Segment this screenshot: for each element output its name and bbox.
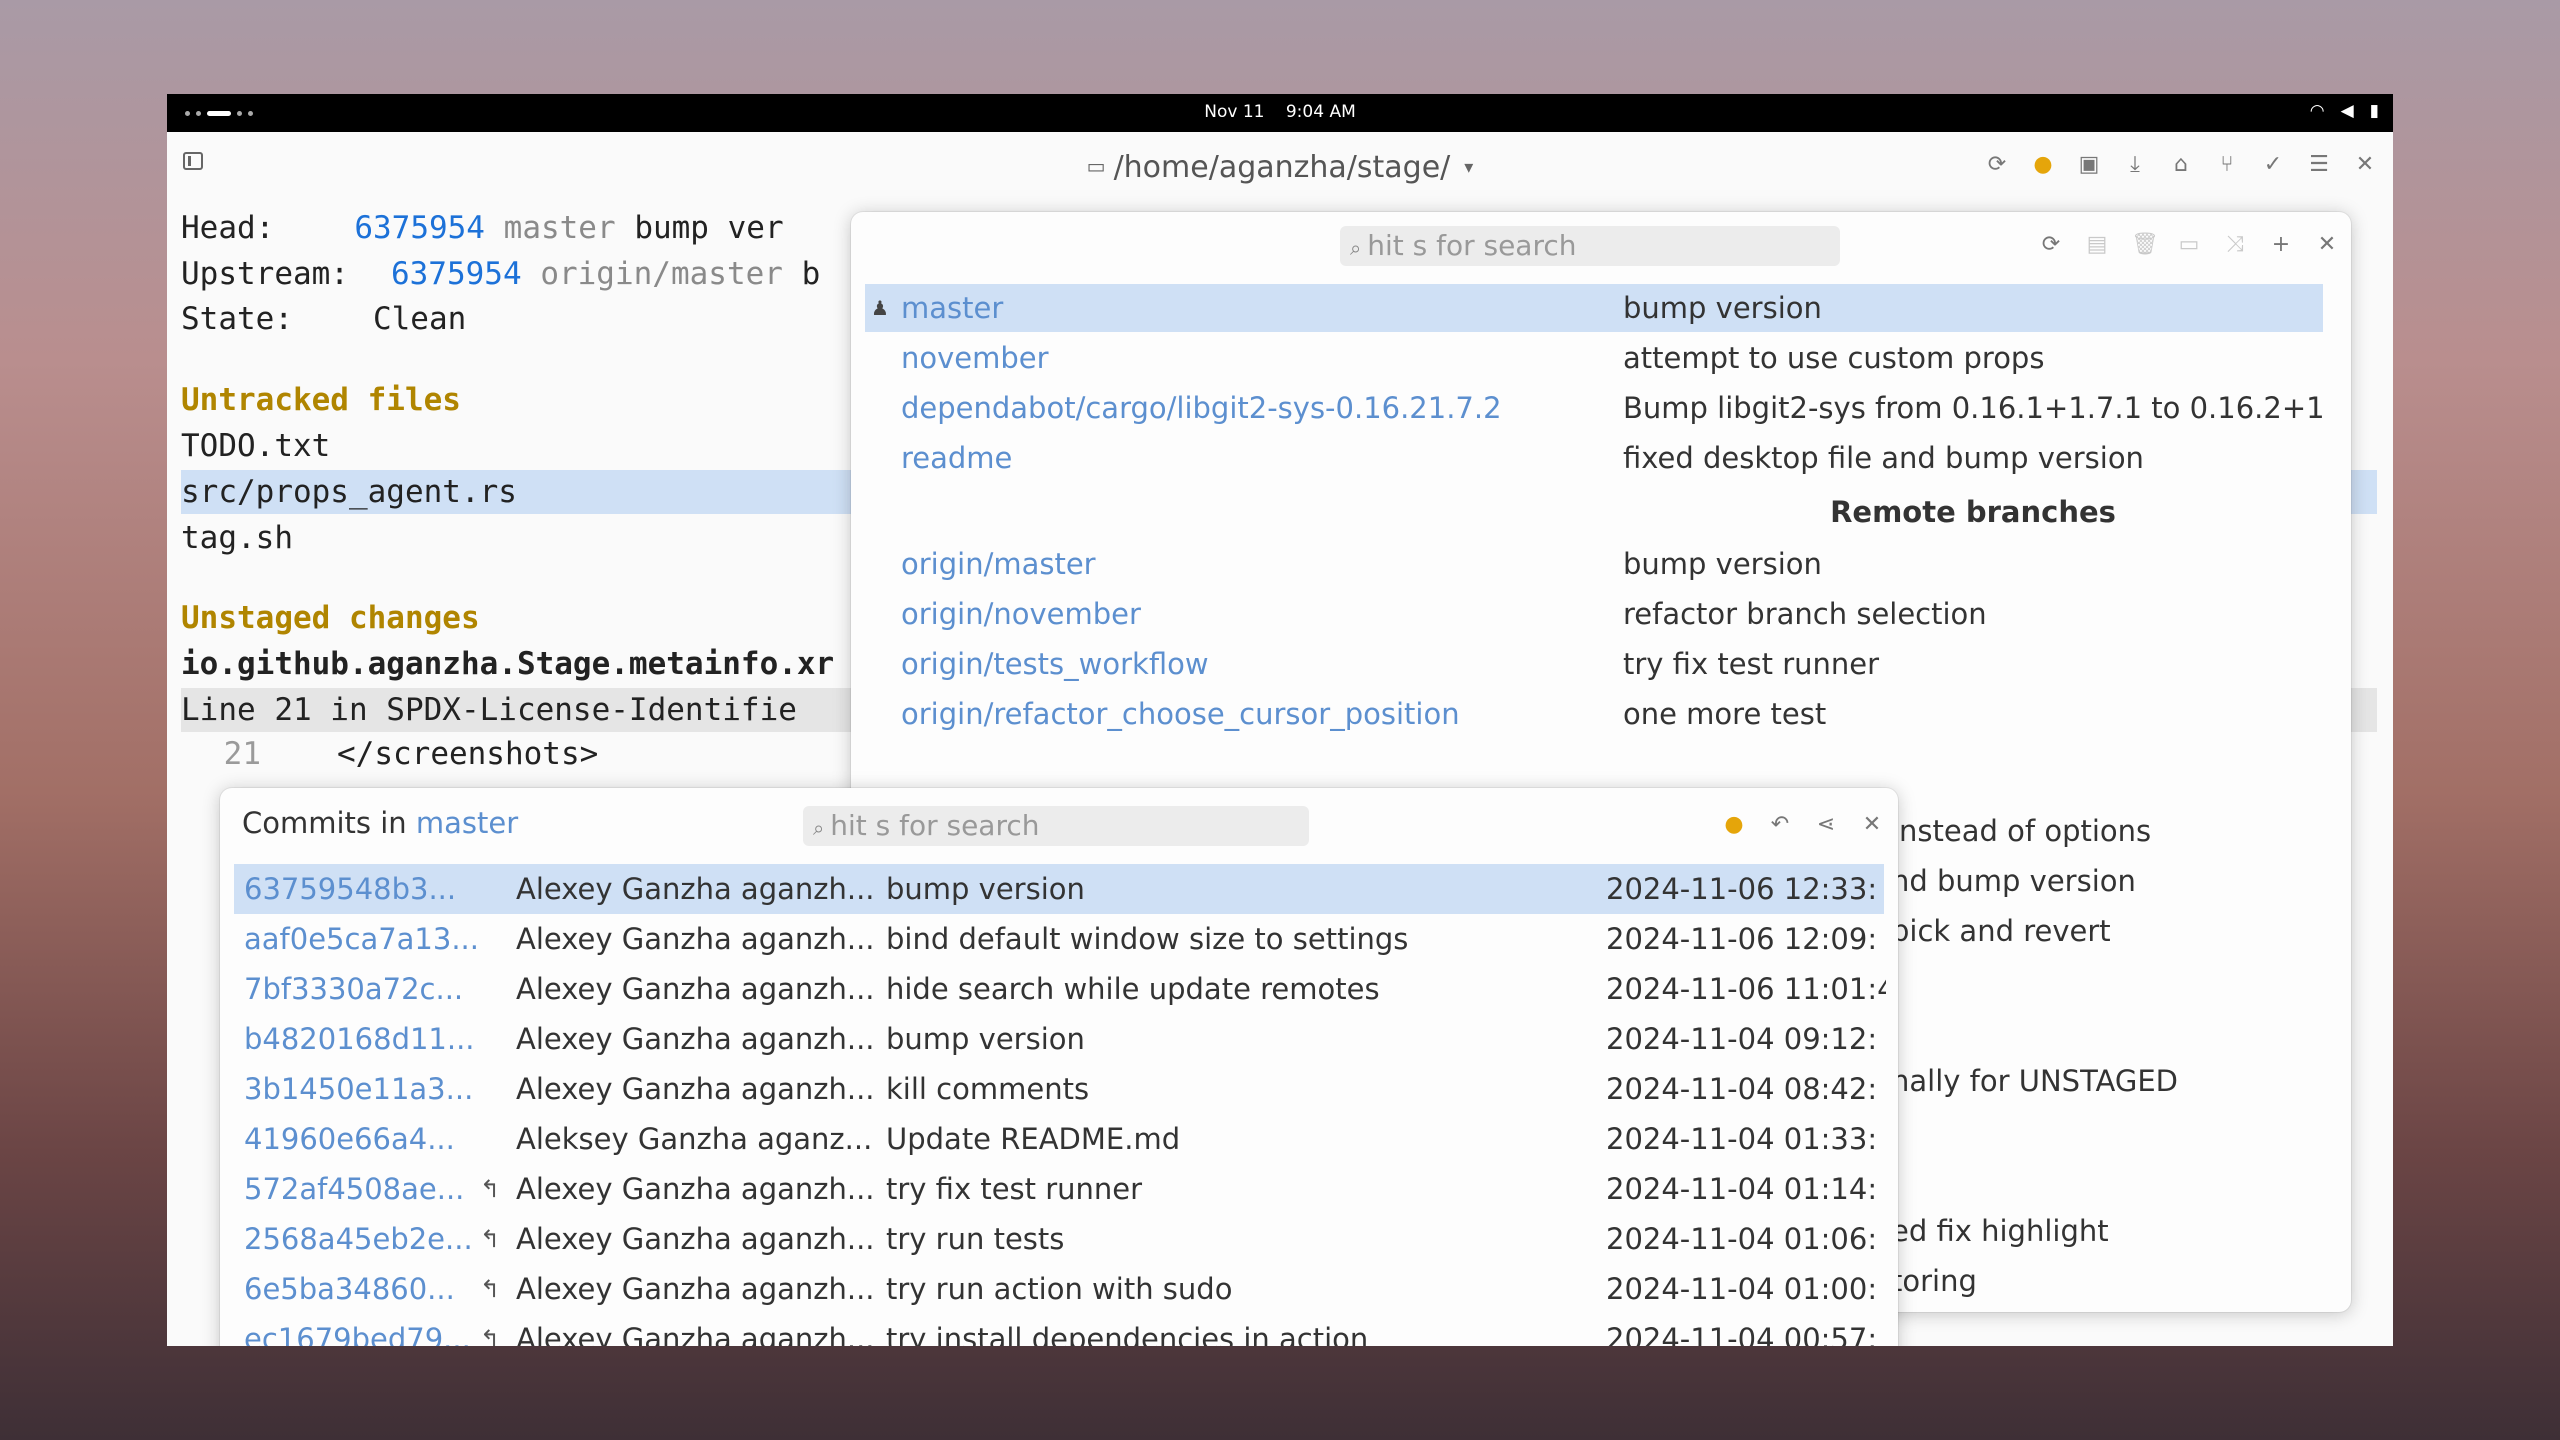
system-top-bar: Nov 11 9:04 AM ◠ ◀ ▮ <box>167 94 2393 132</box>
remote-branch-row[interactable]: origin/november refactor branch selectio… <box>865 590 2323 638</box>
search-icon: ⌕ <box>1350 236 1362 260</box>
commit-row[interactable]: b4820168d11... Alexey Ganzha aganzh... b… <box>234 1014 1884 1064</box>
add-branch-icon[interactable]: + <box>2269 232 2293 257</box>
remote-branch-row[interactable]: origin/refactor_choose_cursor_position o… <box>865 690 2323 738</box>
repo-path: /home/aganzha/stage/ <box>1113 150 1451 185</box>
branches-search-input[interactable]: ⌕ hit s for search <box>1340 226 1840 266</box>
commits-title: Commits in master <box>242 806 519 840</box>
close-icon[interactable]: ✕ <box>1860 812 1884 837</box>
untracked-file[interactable]: tag.sh <box>181 516 293 560</box>
commits-search-input[interactable]: ⌕ hit s for search <box>803 806 1309 846</box>
clock[interactable]: Nov 11 9:04 AM <box>167 102 2393 122</box>
upstream-hash[interactable]: 6375954 <box>391 256 522 292</box>
unstaged-file[interactable]: io.github.aganzha.Stage.metainfo.xr <box>181 642 834 686</box>
commit-row[interactable]: 41960e66a4... Aleksey Ganzha aganz... Up… <box>234 1114 1884 1164</box>
upstream-line: Upstream: 6375954 origin/master b <box>181 256 821 292</box>
commit-row[interactable]: 572af4508ae... ↰ Alexey Ganzha aganzh...… <box>234 1164 1884 1214</box>
warning-dot-icon[interactable]: ● <box>2031 152 2055 177</box>
clock-date: Nov 11 <box>1204 102 1265 122</box>
commits-popover: Commits in master ⌕ hit s for search ● ↶ … <box>220 788 1898 1346</box>
system-tray[interactable]: ◠ ◀ ▮ <box>2310 101 2379 121</box>
branches-toolbar: ⟳ ▤ 🗑 ▭ ⤨ + ✕ <box>2039 232 2339 257</box>
remote-branch-row[interactable]: origin/tests_workflow try fix test runne… <box>865 640 2323 688</box>
hunk-header[interactable]: Line 21 in SPDX-License-Identifie <box>181 688 797 732</box>
diff-line[interactable]: 21 </screenshots> <box>181 732 599 776</box>
head-line: Head: 6375954 master bump ver <box>181 210 784 246</box>
push-icon[interactable]: ⌂ <box>2169 152 2193 177</box>
refresh-icon[interactable]: ⟳ <box>1985 152 2009 177</box>
clock-time: 9:04 AM <box>1285 102 1356 122</box>
merge-icon[interactable]: ⤨ <box>2223 232 2247 257</box>
commit-row[interactable]: 3b1450e11a3... Alexey Ganzha aganzh... k… <box>234 1064 1884 1114</box>
untracked-title[interactable]: Untracked files <box>181 378 461 422</box>
close-icon[interactable]: ✕ <box>2315 232 2339 257</box>
delete-icon[interactable]: 🗑 <box>2131 232 2159 257</box>
remote-branch-msg: pick and revert <box>1891 914 2111 948</box>
commit-row[interactable]: aaf0e5ca7a13... Alexey Ganzha aganzh... … <box>234 914 1884 964</box>
remote-branch-msg: nd bump version <box>1891 864 2136 898</box>
desktop-screen: Nov 11 9:04 AM ◠ ◀ ▮ ▭ /home/aganzha/stag… <box>167 94 2393 1346</box>
search-icon: ⌕ <box>813 816 825 840</box>
pull-icon[interactable]: ⤓ <box>2123 152 2147 177</box>
app-header-bar: ▭ /home/aganzha/stage/ ▾ ⟳ ● ▣ ⤓ ⌂ ⑂ ✓ ☰ ✕ <box>167 132 2393 202</box>
remote-branch-msg: ed fix highlight <box>1891 1214 2109 1248</box>
commit-row[interactable]: 63759548b3... Alexey Ganzha aganzh... bu… <box>234 864 1884 914</box>
refresh-icon[interactable]: ⟳ <box>2039 232 2063 257</box>
volume-icon: ◀ <box>2340 101 2354 121</box>
remote-branch-msg: instead of options <box>1891 814 2152 848</box>
branch-row[interactable]: dependabot/cargo/libgit2-sys-0.16.21.7.2… <box>865 384 2323 432</box>
commit-row[interactable]: 2568a45eb2e... ↰ Alexey Ganzha aganzh...… <box>234 1214 1884 1264</box>
commit-icon[interactable]: ✓ <box>2261 152 2285 177</box>
merge-arrow-icon: ↰ <box>480 1225 501 1253</box>
remote-branches-title: Remote branches <box>1830 495 2116 529</box>
branch-row[interactable]: november attempt to use custom props <box>865 334 2323 382</box>
remote-branch-msg: toring <box>1891 1264 1977 1298</box>
merge-arrow-icon: ↰ <box>480 1275 501 1303</box>
wifi-icon: ◠ <box>2309 101 2325 121</box>
warning-dot-icon[interactable]: ● <box>1722 812 1746 837</box>
chevron-down-icon: ▾ <box>1464 157 1474 178</box>
commit-row[interactable]: 7bf3330a72c... Alexey Ganzha aganzh... h… <box>234 964 1886 1014</box>
branch-row[interactable]: readme fixed desktop file and bump versi… <box>865 434 2323 482</box>
current-branch-icon: ♟ <box>871 296 889 320</box>
rename-icon[interactable]: ▭ <box>2177 232 2201 257</box>
header-toolbar: ⟳ ● ▣ ⤓ ⌂ ⑂ ✓ ☰ ✕ <box>1985 152 2377 177</box>
commits-toolbar: ● ↶ ⋖ ✕ <box>1722 812 1884 837</box>
branch-row-master[interactable]: ♟ master bump version <box>865 284 2323 332</box>
menu-icon[interactable]: ☰ <box>2307 152 2331 177</box>
untracked-file[interactable]: TODO.txt <box>181 424 330 468</box>
close-icon[interactable]: ✕ <box>2353 152 2377 177</box>
unstaged-title[interactable]: Unstaged changes <box>181 596 480 640</box>
remote-branch-row[interactable]: origin/master bump version <box>865 540 2323 588</box>
stash-icon[interactable]: ▣ <box>2077 152 2101 177</box>
folder-icon: ▭ <box>1086 154 1106 178</box>
revert-icon[interactable]: ↶ <box>1768 812 1792 837</box>
branches-icon[interactable]: ⑂ <box>2215 152 2239 177</box>
head-hash[interactable]: 6375954 <box>354 210 485 246</box>
merge-arrow-icon: ↰ <box>480 1175 501 1203</box>
merge-arrow-icon: ↰ <box>480 1325 501 1346</box>
checkout-icon[interactable]: ▤ <box>2085 232 2109 257</box>
share-icon[interactable]: ⋖ <box>1814 812 1838 837</box>
battery-icon: ▮ <box>2369 101 2379 121</box>
commit-row[interactable]: ec1679bed79... ↰ Alexey Ganzha aganzh...… <box>234 1314 1884 1346</box>
commit-row[interactable]: 6e5ba34860... ↰ Alexey Ganzha aganzh... … <box>234 1264 1884 1314</box>
state-line: State: Clean <box>181 301 467 337</box>
untracked-file[interactable]: src/props_agent.rs <box>181 470 517 514</box>
remote-branch-msg: nally for UNSTAGED <box>1891 1064 2178 1098</box>
